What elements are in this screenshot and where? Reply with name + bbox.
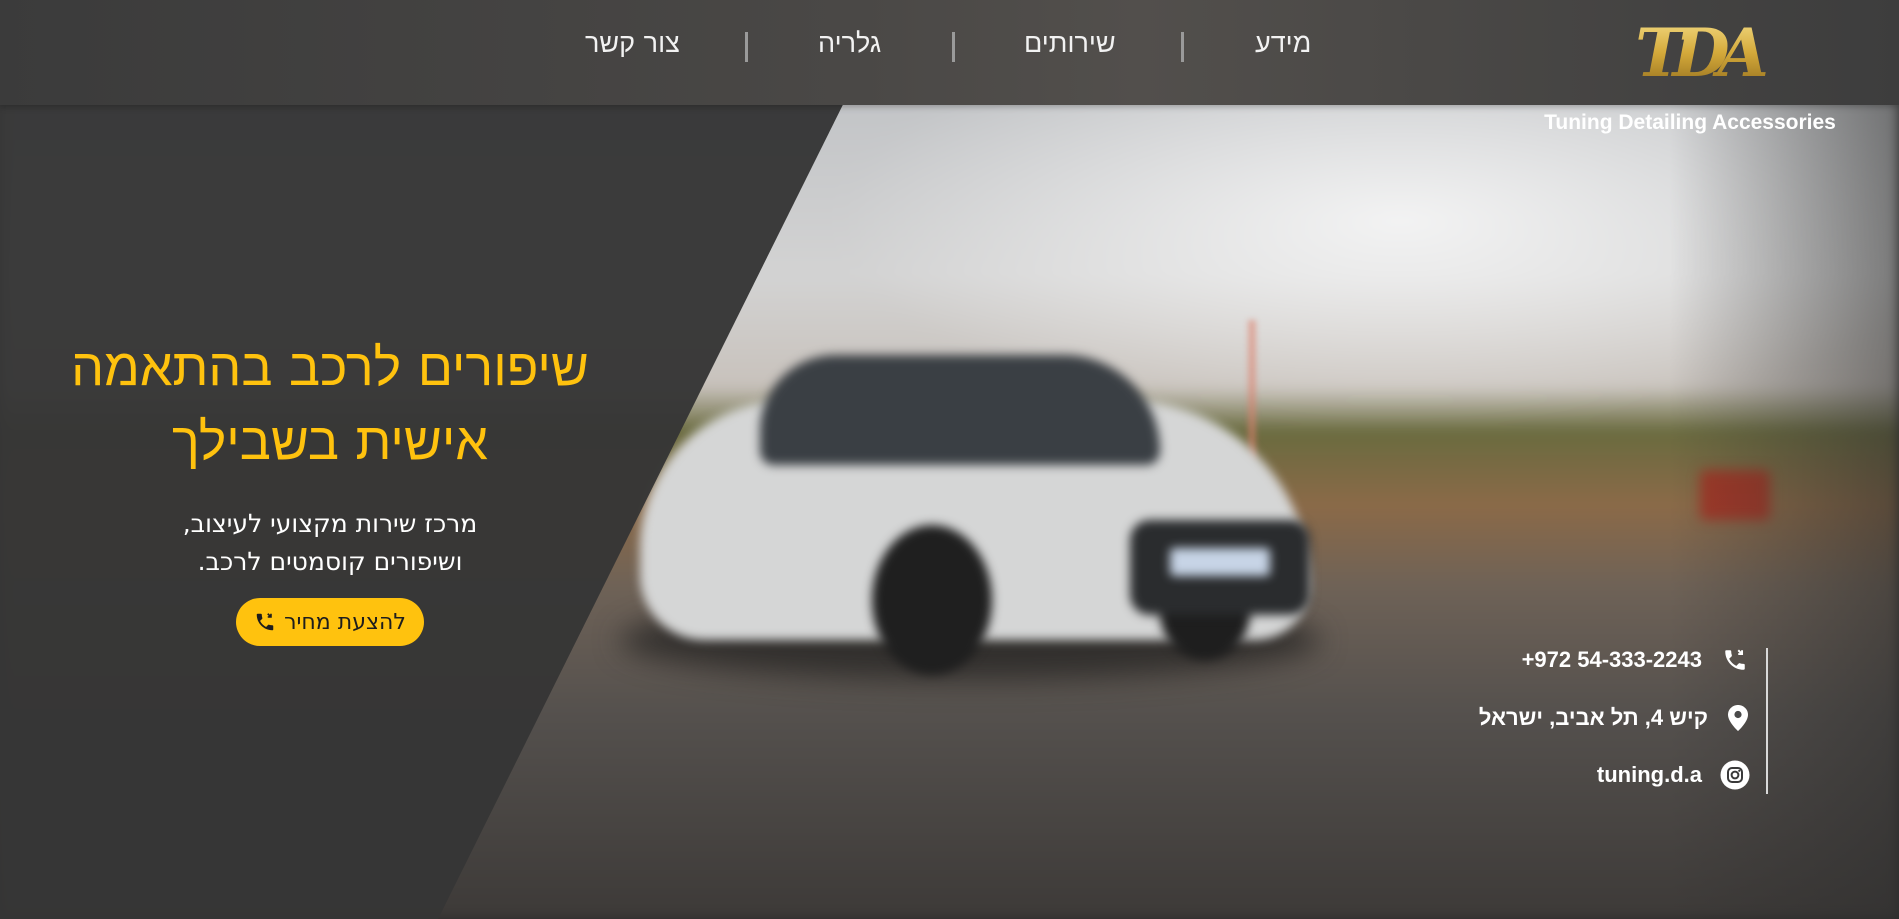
hero-title-line-2: אישית בשבילך	[172, 411, 488, 472]
contact-address-text: קיש 4, תל אביב, ישראל	[1478, 705, 1708, 730]
nav-separator	[745, 32, 748, 62]
svg-text:TDA: TDA	[1635, 14, 1766, 92]
contact-phone-text: +972 54-333-2243	[1521, 647, 1702, 672]
nav-item-gallery[interactable]: גלריה	[818, 28, 881, 59]
phone-icon	[1720, 645, 1750, 675]
car-windows	[760, 355, 1160, 465]
contact-phone[interactable]: +972 54-333-2243	[1250, 645, 1750, 675]
nav-item-services[interactable]: שירותים	[1024, 28, 1116, 59]
quote-request-label: להצעת מחיר	[284, 609, 406, 635]
quote-request-button[interactable]: להצעת מחיר	[236, 598, 424, 646]
hero-subtitle-line-1: מרכז שירות מקצועי לעיצוב,	[182, 509, 478, 538]
nav-separator	[1181, 32, 1184, 62]
hero-subtitle: מרכז שירות מקצועי לעיצוב, ושיפורים קוסמט…	[100, 505, 560, 581]
hero-subtitle-line-2: ושיפורים קוסמטים לרכב.	[197, 547, 463, 576]
contact-instagram[interactable]: tuning.d.a	[1250, 760, 1750, 790]
hero-title-line-1: שיפורים לרכב בהתאמה	[71, 337, 589, 398]
site-header: מידע שירותים גלריה צור קשר TDA	[0, 0, 1899, 105]
contact-instagram-text: tuning.d.a	[1596, 762, 1702, 787]
car-wheel-rear	[872, 525, 992, 675]
car-license-plate	[1170, 548, 1270, 576]
contact-address[interactable]: קיש 4, תל אביב, ישראל	[1479, 703, 1750, 733]
phone-icon	[254, 611, 276, 633]
main-nav: מידע שירותים גלריה צור קשר	[0, 28, 1899, 72]
hero-title: שיפורים לרכב בהתאמה אישית בשבילך	[60, 331, 600, 479]
tda-logo[interactable]: TDA	[1626, 14, 1766, 94]
map-pin-icon	[1726, 703, 1750, 733]
background-pole	[1248, 320, 1256, 460]
contact-divider	[1766, 648, 1768, 794]
nav-separator	[952, 32, 955, 62]
nav-item-contact[interactable]: צור קשר	[585, 28, 680, 59]
instagram-icon	[1720, 760, 1750, 790]
nav-item-info[interactable]: מידע	[1255, 28, 1311, 59]
brand-tagline: Tuning Detailing Accessories	[1544, 111, 1836, 134]
